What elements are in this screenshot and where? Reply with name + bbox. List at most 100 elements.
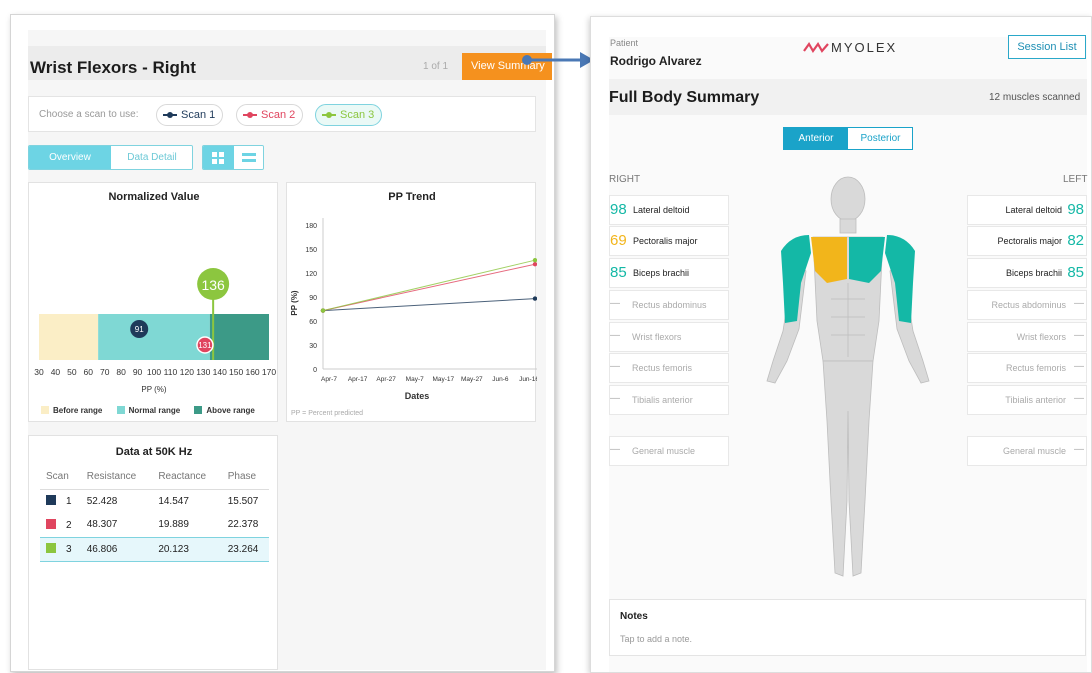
tab-anterior[interactable]: Anterior [784,128,848,149]
muscle-name: Wrist flexors [1016,332,1066,342]
muscle-row[interactable]: 69 Pectoralis major [609,226,729,256]
trend-y-label: PP (%) [290,290,299,316]
brand-name: MYOLEX [831,40,898,55]
session-list-button[interactable]: Session List [1008,35,1086,59]
trend-footnote: PP = Percent predicted [291,410,363,417]
scan-marker-icon [243,111,257,119]
trend-x-label: Dates [405,391,430,401]
muscles-count: 12 muscles scanned [989,92,1081,103]
x-tick-label: Apr-7 [321,376,337,383]
col-resistance: Resistance [80,465,153,490]
muscle-name: Lateral deltoid [633,205,690,215]
list-view-button[interactable] [234,146,263,169]
scan-1-swatch [46,495,56,506]
muscle-row[interactable]: 85 Biceps brachii [967,258,1087,288]
muscle-row[interactable]: 98 Lateral deltoid [967,195,1087,225]
col-scan: Scan [40,465,81,490]
grid-view-button[interactable] [203,146,234,169]
muscle-row[interactable]: — General muscle [609,436,729,466]
trend-y-ticks: 0 30 60 90 120 150 180 [305,223,317,374]
scan-3-chip[interactable]: Scan 3 [315,104,383,126]
scan-1-chip[interactable]: Scan 1 [156,104,224,126]
muscle-name: Biceps brachii [1005,268,1062,278]
normal-range-band [98,314,210,360]
normalized-value-card: Normalized Value 91 131 136 30 40 50 60 … [28,182,278,422]
scan-1-marker: 91 [130,320,149,338]
trend-line-1 [322,298,536,312]
scan-3-value: 136 [201,277,225,293]
muscle-row[interactable]: — Rectus femoris [967,353,1087,383]
trend-line-2 [322,263,536,312]
x-tick-label: 160 [245,367,260,377]
legend-normal: Normal range [116,406,180,415]
x-tick-label: May-27 [461,376,483,383]
trend-point [532,262,537,267]
scan-selector: Choose a scan to use: Scan 1 Scan 2 Scan… [28,96,536,132]
list-icon [242,153,256,162]
table-row[interactable]: 2 48.307 19.889 22.378 [40,513,269,537]
y-tick-label: 90 [309,295,317,302]
connector-arrow-icon [522,52,594,68]
scan-3-label: Scan 3 [340,109,375,121]
normalized-legend: Before range Normal range Above range [41,406,255,415]
muscle-row[interactable]: — Rectus femoris [609,353,729,383]
col-phase: Phase [221,465,269,490]
scan-1-value: 91 [135,325,144,334]
x-tick-label: Jun-6 [492,376,509,383]
notes-card[interactable]: Notes Tap to add a note. [609,599,1086,656]
col-reactance: Reactance [152,465,222,490]
scan-2-value: 131 [198,341,212,350]
muscle-row[interactable]: — Rectus abdominus [967,290,1087,320]
muscle-row[interactable]: — Wrist flexors [609,322,729,352]
muscle-row[interactable]: — Rectus abdominus [609,290,729,320]
scan-marker-icon [163,111,177,119]
muscle-row[interactable]: 82 Pectoralis major [967,226,1087,256]
table-row[interactable]: 1 52.428 14.547 15.507 [40,489,269,513]
side-right-label: RIGHT [609,174,641,185]
tab-data-detail[interactable]: Data Detail [111,146,192,169]
tab-posterior[interactable]: Posterior [848,128,912,149]
x-tick-label: 50 [67,367,77,377]
scan-1-label: Scan 1 [181,109,216,121]
muscle-name: Rectus femoris [1005,363,1066,373]
muscle-row[interactable]: — Tibialis anterior [609,385,729,415]
before-range-band [39,314,99,360]
x-tick-label: 110 [163,367,178,377]
x-tick-label: 60 [83,367,94,377]
x-tick-label: 80 [116,367,126,377]
muscle-name: Rectus abdominus [991,300,1066,310]
x-tick-label: Apr-27 [376,376,396,383]
table-row-selected[interactable]: 3 46.806 20.123 23.264 [40,536,269,562]
muscle-score: — [1074,330,1084,341]
x-tick-label: May-7 [406,376,424,383]
scan-2-chip[interactable]: Scan 2 [236,104,304,126]
trend-point [320,308,326,313]
x-tick-label: 150 [229,367,244,377]
tab-overview[interactable]: Overview [29,146,111,169]
muscle-score: 85 [1067,264,1084,281]
notes-title: Notes [620,611,648,622]
muscle-row[interactable]: 98 Lateral deltoid [609,195,729,225]
left-deltoid-shape [885,235,915,283]
right-deltoid-shape [781,235,811,283]
page-counter: 1 of 1 [423,61,449,72]
muscle-name: Wrist flexors [632,332,682,342]
x-tick-label: 140 [212,367,227,377]
notes-placeholder: Tap to add a note. [620,634,693,644]
y-tick-label: 0 [313,367,317,374]
normalized-x-ticks: 30 40 50 60 70 80 90 100 110 120 130 140 150 160 170 [29,367,279,379]
panel-body: Wrist Flexors - Right 1 of 1 View Summar… [28,30,552,670]
muscle-name: Pectoralis major [997,236,1062,246]
muscle-row[interactable]: — General muscle [967,436,1087,466]
muscle-score: 69 [610,232,627,249]
muscle-row[interactable]: — Tibialis anterior [967,385,1087,415]
muscle-name: Pectoralis major [633,236,698,246]
muscle-score: — [1074,444,1084,455]
muscle-score: — [1074,393,1084,404]
muscle-row[interactable]: 85 Biceps brachii [609,258,729,288]
y-tick-label: 120 [305,271,317,278]
scan-2-label: Scan 2 [261,109,296,121]
muscle-row[interactable]: — Wrist flexors [967,322,1087,352]
grid-icon [212,152,224,164]
x-tick-label: May-17 [432,376,454,383]
